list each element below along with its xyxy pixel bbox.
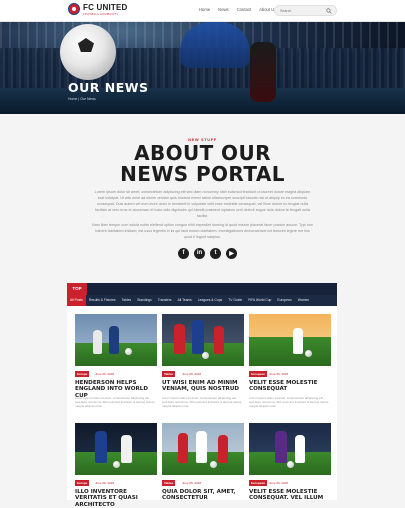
search-input[interactable] (280, 8, 326, 14)
page-title: OUR NEWS (68, 80, 149, 95)
tab-all-posts[interactable]: All Posts (67, 295, 86, 306)
tab-transfers[interactable]: Transfers (155, 295, 175, 306)
club-crest-icon[interactable] (68, 3, 80, 15)
post-date: June 09, 2018 (182, 481, 202, 485)
youtube-icon[interactable]: ▶ (226, 248, 237, 259)
section-title-line-1: ABOUT OUR (134, 141, 271, 165)
brand-tagline: football community (83, 13, 119, 16)
tab-women[interactable]: Women (295, 295, 312, 306)
goalkeeper-image (180, 22, 250, 68)
top-news-label: TOP NEWS (67, 283, 87, 303)
post-title[interactable]: ILLO INVENTORE VERITATIS ET QUASI ARCHIT… (75, 489, 157, 508)
nav-item-news[interactable]: News (218, 7, 228, 12)
linkedin-glyph: in (196, 249, 203, 256)
post-date: June 09, 2018 (95, 481, 115, 485)
intro-paragraph-2: Nam liber tempor cum soluta nobis eleife… (92, 223, 313, 239)
twitter-icon[interactable]: t (210, 248, 221, 259)
tab-tables[interactable]: Tables (119, 295, 135, 306)
tab-results-fixtures[interactable]: Results & Fixtures (86, 295, 119, 306)
news-card[interactable]: Tables June 09, 2018 UT WISI ENIM AD MIN… (162, 314, 244, 414)
news-card[interactable]: Europe June 09, 2018 HENDERSON HELPS ENG… (75, 314, 157, 414)
twitter-glyph: t (214, 249, 217, 256)
player-image (250, 42, 276, 102)
section-title-line-2: NEWS PORTAL (120, 162, 285, 186)
category-badge[interactable]: European (249, 480, 267, 486)
news-thumbnail[interactable] (249, 314, 331, 366)
post-date: June 09, 2018 (182, 372, 202, 376)
main-nav: Home News Contact About Us (199, 7, 276, 12)
news-grid: Europe June 09, 2018 HENDERSON HELPS ENG… (67, 306, 337, 508)
category-badge[interactable]: Europe (75, 371, 90, 377)
news-thumbnail[interactable] (162, 314, 244, 366)
tab-tv-guide[interactable]: TV Guide (225, 295, 245, 306)
category-filter-bar: All Posts Results & Fixtures Tables Stan… (67, 295, 337, 306)
hero-banner: OUR NEWS Home | Our News (0, 22, 405, 114)
tab-standings[interactable]: Standings (134, 295, 155, 306)
news-thumbnail[interactable] (162, 423, 244, 475)
category-badge[interactable]: Tables (162, 371, 176, 377)
football-image (60, 24, 116, 80)
post-date: June 09, 2018 (95, 372, 115, 376)
category-badge[interactable]: Tables (162, 480, 176, 486)
tab-european[interactable]: European (274, 295, 294, 306)
intro-paragraph-1: Lorem ipsum dolor sit amet, consectetuer… (94, 190, 311, 218)
youtube-glyph: ▶ (229, 250, 234, 257)
post-excerpt: Lorem ipsum dolor sit amet, consectetuer… (75, 396, 155, 408)
post-title[interactable]: UT WISI ENIM AD MINIM VENIAM, QUIS NOSTR… (162, 380, 244, 393)
category-badge[interactable]: European (249, 371, 267, 377)
post-excerpt: Lorem ipsum dolor sit amet, consectetuer… (249, 396, 329, 408)
nav-item-home[interactable]: Home (199, 7, 210, 12)
news-thumbnail[interactable] (249, 423, 331, 475)
search-icon[interactable] (326, 8, 332, 14)
linkedin-icon[interactable]: in (194, 248, 205, 259)
tab-leagues-cups[interactable]: Leagues & Cups (195, 295, 225, 306)
tab-fifa-world-cup[interactable]: FIFA World Cup (245, 295, 274, 306)
search-box (274, 5, 337, 16)
tab-all-teams[interactable]: All Teams (175, 295, 195, 306)
site-header: FC UNITED football community Home News C… (0, 0, 405, 22)
brand-title[interactable]: FC UNITED (83, 3, 127, 12)
social-links: f in t ▶ (178, 248, 237, 259)
news-card[interactable]: European June 09, 2018 VELIT ESSE MOLEST… (249, 314, 331, 414)
post-excerpt: Lorem ipsum dolor sit amet, consectetuer… (162, 396, 242, 408)
section-title: ABOUT OUR NEWS PORTAL (0, 143, 405, 185)
post-date: June 09, 2018 (269, 372, 289, 376)
news-card[interactable]: Tables June 09, 2018 QUIA DOLOR SIT, AME… (162, 423, 244, 501)
breadcrumb[interactable]: Home | Our News (68, 97, 96, 101)
post-date: June 09, 2018 (269, 481, 289, 485)
post-title[interactable]: VELIT ESSE MOLESTIE CONSEQUAT (249, 380, 331, 393)
nav-item-contact[interactable]: Contact (237, 7, 251, 12)
news-thumbnail[interactable] (75, 314, 157, 366)
news-card[interactable]: Europe June 09, 2018 ILLO INVENTORE VERI… (75, 423, 157, 508)
category-badge[interactable]: Europe (75, 480, 90, 486)
news-thumbnail[interactable] (75, 423, 157, 475)
pitch (0, 88, 405, 114)
facebook-icon[interactable]: f (178, 248, 189, 259)
facebook-glyph: f (182, 249, 185, 256)
news-card[interactable]: European June 09, 2018 VELIT ESSE MOLEST… (249, 423, 331, 501)
top-news-bar: TOP NEWS (67, 283, 337, 303)
